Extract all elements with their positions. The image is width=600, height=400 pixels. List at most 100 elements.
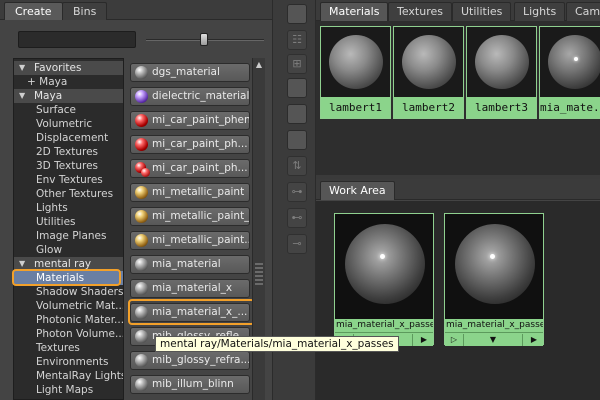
material-button-metallic-paint-x[interactable]: mi_metallic_paint_x bbox=[130, 207, 250, 226]
tree-item-label: Photon Volume... bbox=[36, 328, 124, 340]
expand-arrow-icon[interactable]: ▶ bbox=[417, 334, 431, 346]
scroll-up-arrow-icon[interactable]: ▲ bbox=[254, 60, 264, 72]
material-label: mi_metallic_paint_x bbox=[152, 210, 250, 222]
material-tooltip: mental ray/Materials/mia_material_x_pass… bbox=[155, 336, 399, 352]
material-button-car-paint-phen-x-passes[interactable]: mi_car_paint_ph... bbox=[130, 159, 250, 178]
material-label: mi_car_paint_ph... bbox=[152, 138, 248, 150]
material-button-glossy-refraction[interactable]: mib_glossy_refra... bbox=[130, 351, 250, 370]
tab-work-area[interactable]: Work Area bbox=[320, 181, 395, 200]
tree-item-photon-volumetric[interactable]: Photon Volume... bbox=[14, 327, 124, 341]
tree-item-3d-textures[interactable]: 3D Textures bbox=[14, 159, 123, 173]
tab-utilities[interactable]: Utilities bbox=[452, 2, 512, 21]
toolbar-button[interactable]: ⊶ bbox=[287, 182, 307, 202]
material-browser-panel: Materials Textures Utilities Lights Cam … bbox=[316, 0, 600, 175]
scroll-grip[interactable] bbox=[255, 263, 263, 287]
toolbar-button[interactable]: ⊞ bbox=[287, 54, 307, 74]
swatch-lambert3[interactable]: lambert3 bbox=[466, 26, 537, 119]
swatch-name: mia_mate... bbox=[540, 97, 600, 118]
work-area-canvas[interactable]: mia_material_x_passes ◀ ▼ ▶ mia_material… bbox=[316, 201, 600, 400]
material-button-car-paint-phen-x[interactable]: mi_car_paint_ph... bbox=[130, 135, 250, 154]
tree-item-label: Lights bbox=[36, 202, 68, 214]
swatch-name: lambert1 bbox=[321, 97, 390, 118]
tree-item-other-textures[interactable]: Other Textures bbox=[14, 187, 123, 201]
tree-item-shadow-shaders[interactable]: Shadow Shaders bbox=[14, 285, 123, 299]
toolbar-button[interactable] bbox=[287, 104, 307, 124]
material-label: mib_illum_blinn bbox=[152, 378, 234, 390]
tab-cameras[interactable]: Cam bbox=[566, 2, 600, 21]
toolbar-button[interactable] bbox=[287, 78, 307, 98]
material-label: mib_glossy_refra... bbox=[152, 354, 250, 366]
search-input[interactable] bbox=[18, 31, 136, 48]
tree-item-volumetric[interactable]: Volumetric bbox=[14, 117, 123, 131]
toolbar-button[interactable] bbox=[287, 130, 307, 150]
tree-item-label: Textures bbox=[36, 342, 80, 354]
toolbar-button[interactable]: ☷ bbox=[287, 30, 307, 50]
toolbar-button[interactable]: ⊸ bbox=[287, 234, 307, 254]
tree-item-textures[interactable]: Textures bbox=[14, 341, 123, 355]
work-node-mia-material-x-passes[interactable]: mia_material_x_passes ◀ ▼ ▶ bbox=[334, 213, 434, 346]
collapse-outline-arrow-icon[interactable]: ▷ bbox=[447, 334, 461, 346]
material-preview-sphere bbox=[475, 35, 529, 89]
swatch-mia-material[interactable]: mia_mate... bbox=[539, 26, 600, 119]
purple-sphere-icon bbox=[135, 90, 148, 103]
swatch-lambert1[interactable]: lambert1 bbox=[320, 26, 391, 119]
material-button-illum-blinn[interactable]: mib_illum_blinn bbox=[130, 375, 250, 394]
icon-size-slider[interactable] bbox=[146, 32, 264, 48]
toolbar-button[interactable] bbox=[287, 4, 307, 24]
tree-item-lights[interactable]: Lights bbox=[14, 201, 123, 215]
material-button-car-paint-phen[interactable]: mi_car_paint_phen bbox=[130, 111, 250, 130]
material-label: dielectric_material bbox=[152, 90, 250, 102]
tree-item-label: Light Maps bbox=[36, 384, 94, 396]
tab-materials[interactable]: Materials bbox=[320, 2, 389, 21]
tree-item-favorites-maya[interactable]: + Maya bbox=[14, 75, 123, 89]
material-button-mia-material[interactable]: mia_material bbox=[130, 255, 250, 274]
tree-header-label: Favorites bbox=[34, 62, 82, 74]
tree-item-surface[interactable]: Surface bbox=[14, 103, 123, 117]
tree-item-volumetric-materials[interactable]: Volumetric Mat... bbox=[14, 299, 124, 313]
work-node-mia-material-x-passes-2[interactable]: mia_material_x_passes ▷ ▼ ▶ bbox=[444, 213, 544, 346]
tree-item-label: Other Textures bbox=[36, 188, 114, 200]
tree-header-maya[interactable]: ▼ Maya bbox=[14, 89, 123, 103]
tab-lights[interactable]: Lights bbox=[514, 2, 566, 21]
tab-create[interactable]: Create bbox=[4, 2, 63, 20]
red-sphere-icon bbox=[135, 114, 148, 127]
graph-icon: ⊶ bbox=[291, 185, 303, 198]
gold-sphere-icon bbox=[135, 186, 148, 199]
swatch-lambert2[interactable]: lambert2 bbox=[393, 26, 464, 119]
toolbar-button[interactable]: ⇅ bbox=[287, 156, 307, 176]
node-name: mia_material_x_passes bbox=[335, 319, 433, 332]
grey-sphere-icon bbox=[135, 258, 148, 271]
material-button-metallic-paint-x-passes[interactable]: mi_metallic_paint... bbox=[130, 231, 250, 250]
material-button-mia-material-x[interactable]: mia_material_x bbox=[130, 279, 250, 298]
tab-textures[interactable]: Textures bbox=[388, 2, 452, 21]
material-button-metallic-paint[interactable]: mi_metallic_paint bbox=[130, 183, 250, 202]
material-preview-sphere bbox=[455, 224, 535, 304]
mia-material-x-passes-highlight-outline bbox=[128, 299, 255, 325]
slider-thumb[interactable] bbox=[200, 33, 208, 46]
tree-item-displacement[interactable]: Displacement bbox=[14, 131, 123, 145]
collapse-arrow-icon[interactable]: ▼ bbox=[19, 89, 25, 103]
tree-item-label: Surface bbox=[36, 104, 77, 116]
tree-item-mentalray-lights[interactable]: MentalRay Lights bbox=[14, 369, 123, 383]
tree-item-light-maps[interactable]: Light Maps bbox=[14, 383, 123, 397]
tree-item-photonic-materials[interactable]: Photonic Mater... bbox=[14, 313, 123, 327]
material-button-dgs[interactable]: dgs_material bbox=[130, 63, 250, 82]
tree-item-environments[interactable]: Environments bbox=[14, 355, 123, 369]
material-swatch-area: lambert1 lambert2 lambert3 mia_mate... bbox=[316, 21, 600, 175]
tab-bins[interactable]: Bins bbox=[62, 2, 108, 20]
collapse-arrow-icon[interactable]: ▼ bbox=[19, 61, 25, 75]
attribute-dropdown-arrow-icon[interactable]: ▼ bbox=[463, 334, 523, 346]
tree-item-utilities[interactable]: Utilities bbox=[14, 215, 123, 229]
tree-item-label: + Maya bbox=[27, 76, 68, 88]
tree-item-2d-textures[interactable]: 2D Textures bbox=[14, 145, 123, 159]
material-button-dielectric[interactable]: dielectric_material bbox=[130, 87, 250, 106]
tree-item-env-textures[interactable]: Env Textures bbox=[14, 173, 123, 187]
tree-item-label: Utilities bbox=[36, 216, 76, 228]
tree-item-label: Volumetric Mat... bbox=[36, 300, 124, 312]
expand-arrow-icon[interactable]: ▶ bbox=[527, 334, 541, 346]
tree-item-image-planes[interactable]: Image Planes bbox=[14, 229, 123, 243]
grey-sphere-icon bbox=[135, 282, 148, 295]
tree-item-glow[interactable]: Glow bbox=[14, 243, 123, 257]
toolbar-button[interactable]: ⊷ bbox=[287, 208, 307, 228]
tree-header-favorites[interactable]: ▼ Favorites bbox=[14, 61, 123, 75]
